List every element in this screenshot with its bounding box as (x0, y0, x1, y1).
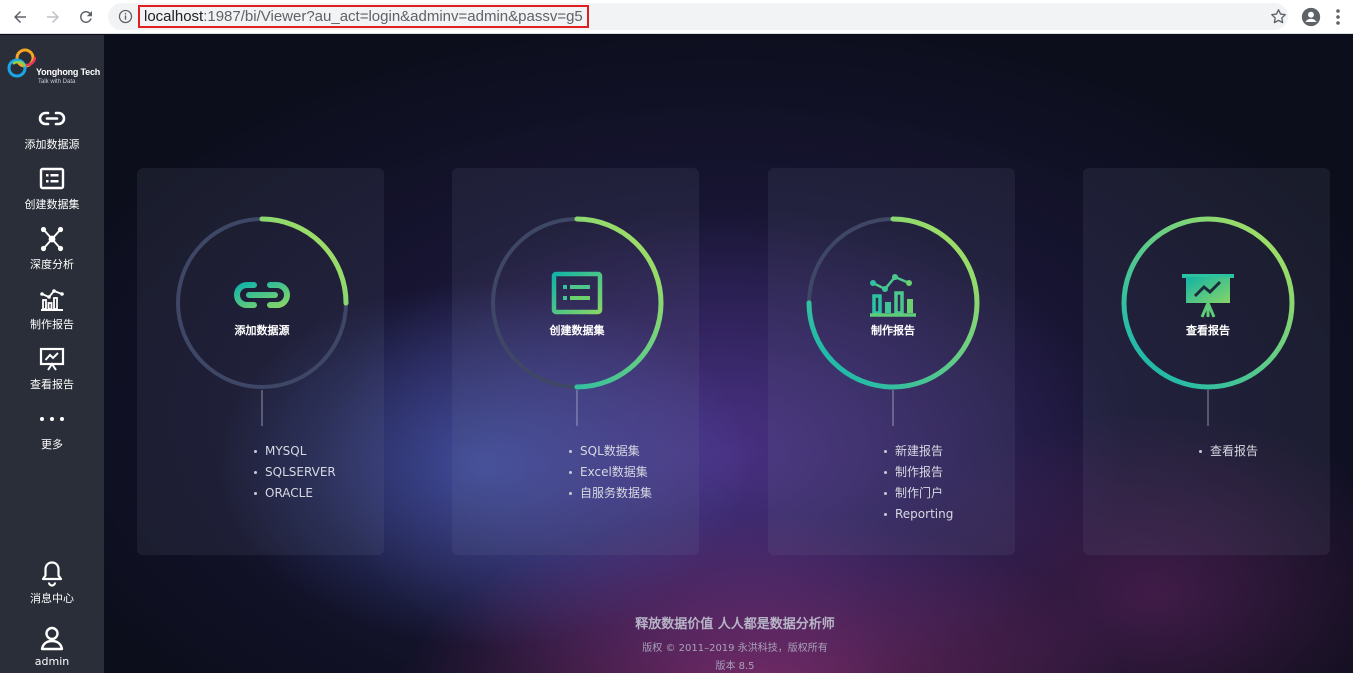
more-dots-icon (40, 417, 64, 421)
list-item-label: MYSQL (265, 444, 307, 458)
list-item-label: 查看报告 (1210, 444, 1259, 458)
bar-chart-icon (40, 289, 64, 311)
list-item-label: 自服务数据集 (580, 486, 653, 500)
list-item[interactable]: Reporting (884, 506, 953, 527)
sidebar-item-label: 消息中心 (30, 592, 74, 605)
sidebar-item-more[interactable]: 更多 (0, 403, 104, 459)
card-item-list: MYSQL SQLSERVER ORACLE (254, 443, 336, 506)
network-icon (40, 226, 64, 252)
footer-version: 版本 8.5 (715, 661, 755, 672)
list-item[interactable]: 制作报告 (884, 464, 953, 485)
bookmark-star-icon[interactable] (1269, 7, 1288, 26)
list-item-label: ORACLE (265, 486, 313, 500)
sidebar-item-make-report[interactable]: 制作报告 (0, 283, 104, 339)
card-item-list: 新建报告 制作报告 制作门户 Reporting (884, 443, 953, 527)
card-item-list: SQL数据集 Excel数据集 自服务数据集 (569, 443, 652, 506)
list-item[interactable]: MYSQL (254, 443, 336, 464)
sidebar-item-label: 制作报告 (30, 318, 74, 331)
connector-line (576, 390, 578, 426)
list-item[interactable]: 查看报告 (1199, 443, 1258, 464)
list-item[interactable]: SQL数据集 (569, 443, 652, 464)
bell-icon (41, 561, 63, 587)
bullet-dot (254, 492, 257, 495)
logo-slogan: Talk with Data (38, 79, 76, 85)
list-item-label: SQL数据集 (580, 444, 640, 458)
account-icon[interactable] (1300, 6, 1322, 28)
bullet-dot (884, 492, 887, 495)
bullet-dot (569, 492, 572, 495)
url-path: :1987/bi/Viewer?au_act=login&adminv=admi… (203, 8, 583, 25)
user-icon (40, 626, 64, 651)
list-item-label: 新建报告 (895, 444, 944, 458)
list-item[interactable]: 自服务数据集 (569, 485, 652, 506)
sidebar-item-messages[interactable]: 消息中心 (0, 557, 104, 613)
card-add-datasource[interactable]: 添加数据源 MYSQL SQLSERVER ORACLE (137, 168, 384, 555)
bullet-dot (254, 450, 257, 453)
card-title: 创建数据集 (549, 324, 605, 337)
sidebar-item-label: 创建数据集 (24, 198, 80, 211)
kebab-menu-icon[interactable] (1332, 7, 1344, 27)
card-create-dataset[interactable]: 创建数据集 SQL数据集 Excel数据集 自服务数据集 (452, 168, 699, 555)
reload-icon[interactable] (75, 6, 97, 28)
footer-slogan: 释放数据价值 人人都是数据分析师 (635, 617, 835, 632)
bullet-dot (884, 513, 887, 516)
sidebar-item-view-report[interactable]: 查看报告 (0, 343, 104, 399)
card-make-report[interactable]: 制作报告 新建报告 制作报告 制作门户 Reporting (768, 168, 1015, 555)
list-item[interactable]: 制作门户 (884, 485, 953, 506)
link-icon (234, 282, 290, 308)
footer-copyright: 版权 © 2011–2019 永洪科技，版权所有 (642, 643, 828, 654)
url-text[interactable]: localhost:1987/bi/Viewer?au_act=login&ad… (138, 5, 589, 28)
card-item-list: 查看报告 (1199, 443, 1258, 464)
sidebar-item-label: 添加数据源 (24, 138, 80, 151)
list-item[interactable]: SQLSERVER (254, 464, 336, 485)
bullet-dot (254, 471, 257, 474)
sidebar-item-deep-analysis[interactable]: 深度分析 (0, 223, 104, 279)
forward-arrow-icon[interactable] (42, 6, 64, 28)
logo-name: Yonghong Tech (36, 67, 101, 77)
back-arrow-icon[interactable] (9, 6, 31, 28)
bullet-dot (569, 471, 572, 474)
sidebar-item-label: admin (34, 655, 70, 668)
list-item[interactable]: 新建报告 (884, 443, 953, 464)
list-item-label: 制作报告 (895, 465, 944, 479)
list-item[interactable]: Excel数据集 (569, 464, 652, 485)
browser-toolbar: localhost:1987/bi/Viewer?au_act=login&ad… (0, 0, 1353, 34)
sidebar-item-add-datasource[interactable]: 添加数据源 (0, 103, 104, 159)
sidebar-item-label: 更多 (41, 438, 63, 451)
sidebar-item-label: 查看报告 (30, 378, 74, 391)
bar-chart-icon (870, 274, 916, 317)
address-bar[interactable]: localhost:1987/bi/Viewer?au_act=login&ad… (108, 3, 1288, 30)
logo[interactable]: Yonghong Tech Talk with Data (6, 44, 102, 88)
connector-line (892, 390, 894, 426)
info-icon[interactable] (117, 8, 134, 25)
list-item-label: SQLSERVER (265, 465, 336, 479)
sidebar: Yonghong Tech Talk with Data 添加数据源 创建数据集… (0, 35, 104, 673)
list-item-label: Reporting (895, 507, 954, 521)
url-host: localhost (144, 8, 204, 25)
sidebar-item-user[interactable]: admin (0, 622, 104, 673)
presentation-icon (1182, 274, 1234, 318)
dataset-list-icon (39, 167, 65, 190)
card-title: 添加数据源 (234, 324, 290, 337)
bullet-dot (1199, 450, 1202, 453)
card-title: 查看报告 (1186, 324, 1230, 337)
connector-line (1207, 390, 1209, 426)
logo-rings-icon (7, 47, 36, 80)
card-view-report[interactable]: 查看报告 查看报告 (1083, 168, 1330, 555)
list-item-label: Excel数据集 (580, 465, 648, 479)
presentation-icon (39, 347, 65, 371)
list-item-label: 制作门户 (895, 486, 944, 500)
link-icon (38, 111, 66, 126)
bullet-dot (884, 450, 887, 453)
connector-line (261, 390, 263, 426)
bullet-dot (569, 450, 572, 453)
sidebar-item-create-dataset[interactable]: 创建数据集 (0, 163, 104, 219)
bullet-dot (884, 471, 887, 474)
main-content: 添加数据源 MYSQL SQLSERVER ORACLE 创建数据集 SQL数据… (104, 35, 1353, 673)
dataset-list-icon (551, 271, 603, 315)
sidebar-item-label: 深度分析 (30, 258, 74, 271)
card-title: 制作报告 (871, 324, 915, 337)
list-item[interactable]: ORACLE (254, 485, 336, 506)
